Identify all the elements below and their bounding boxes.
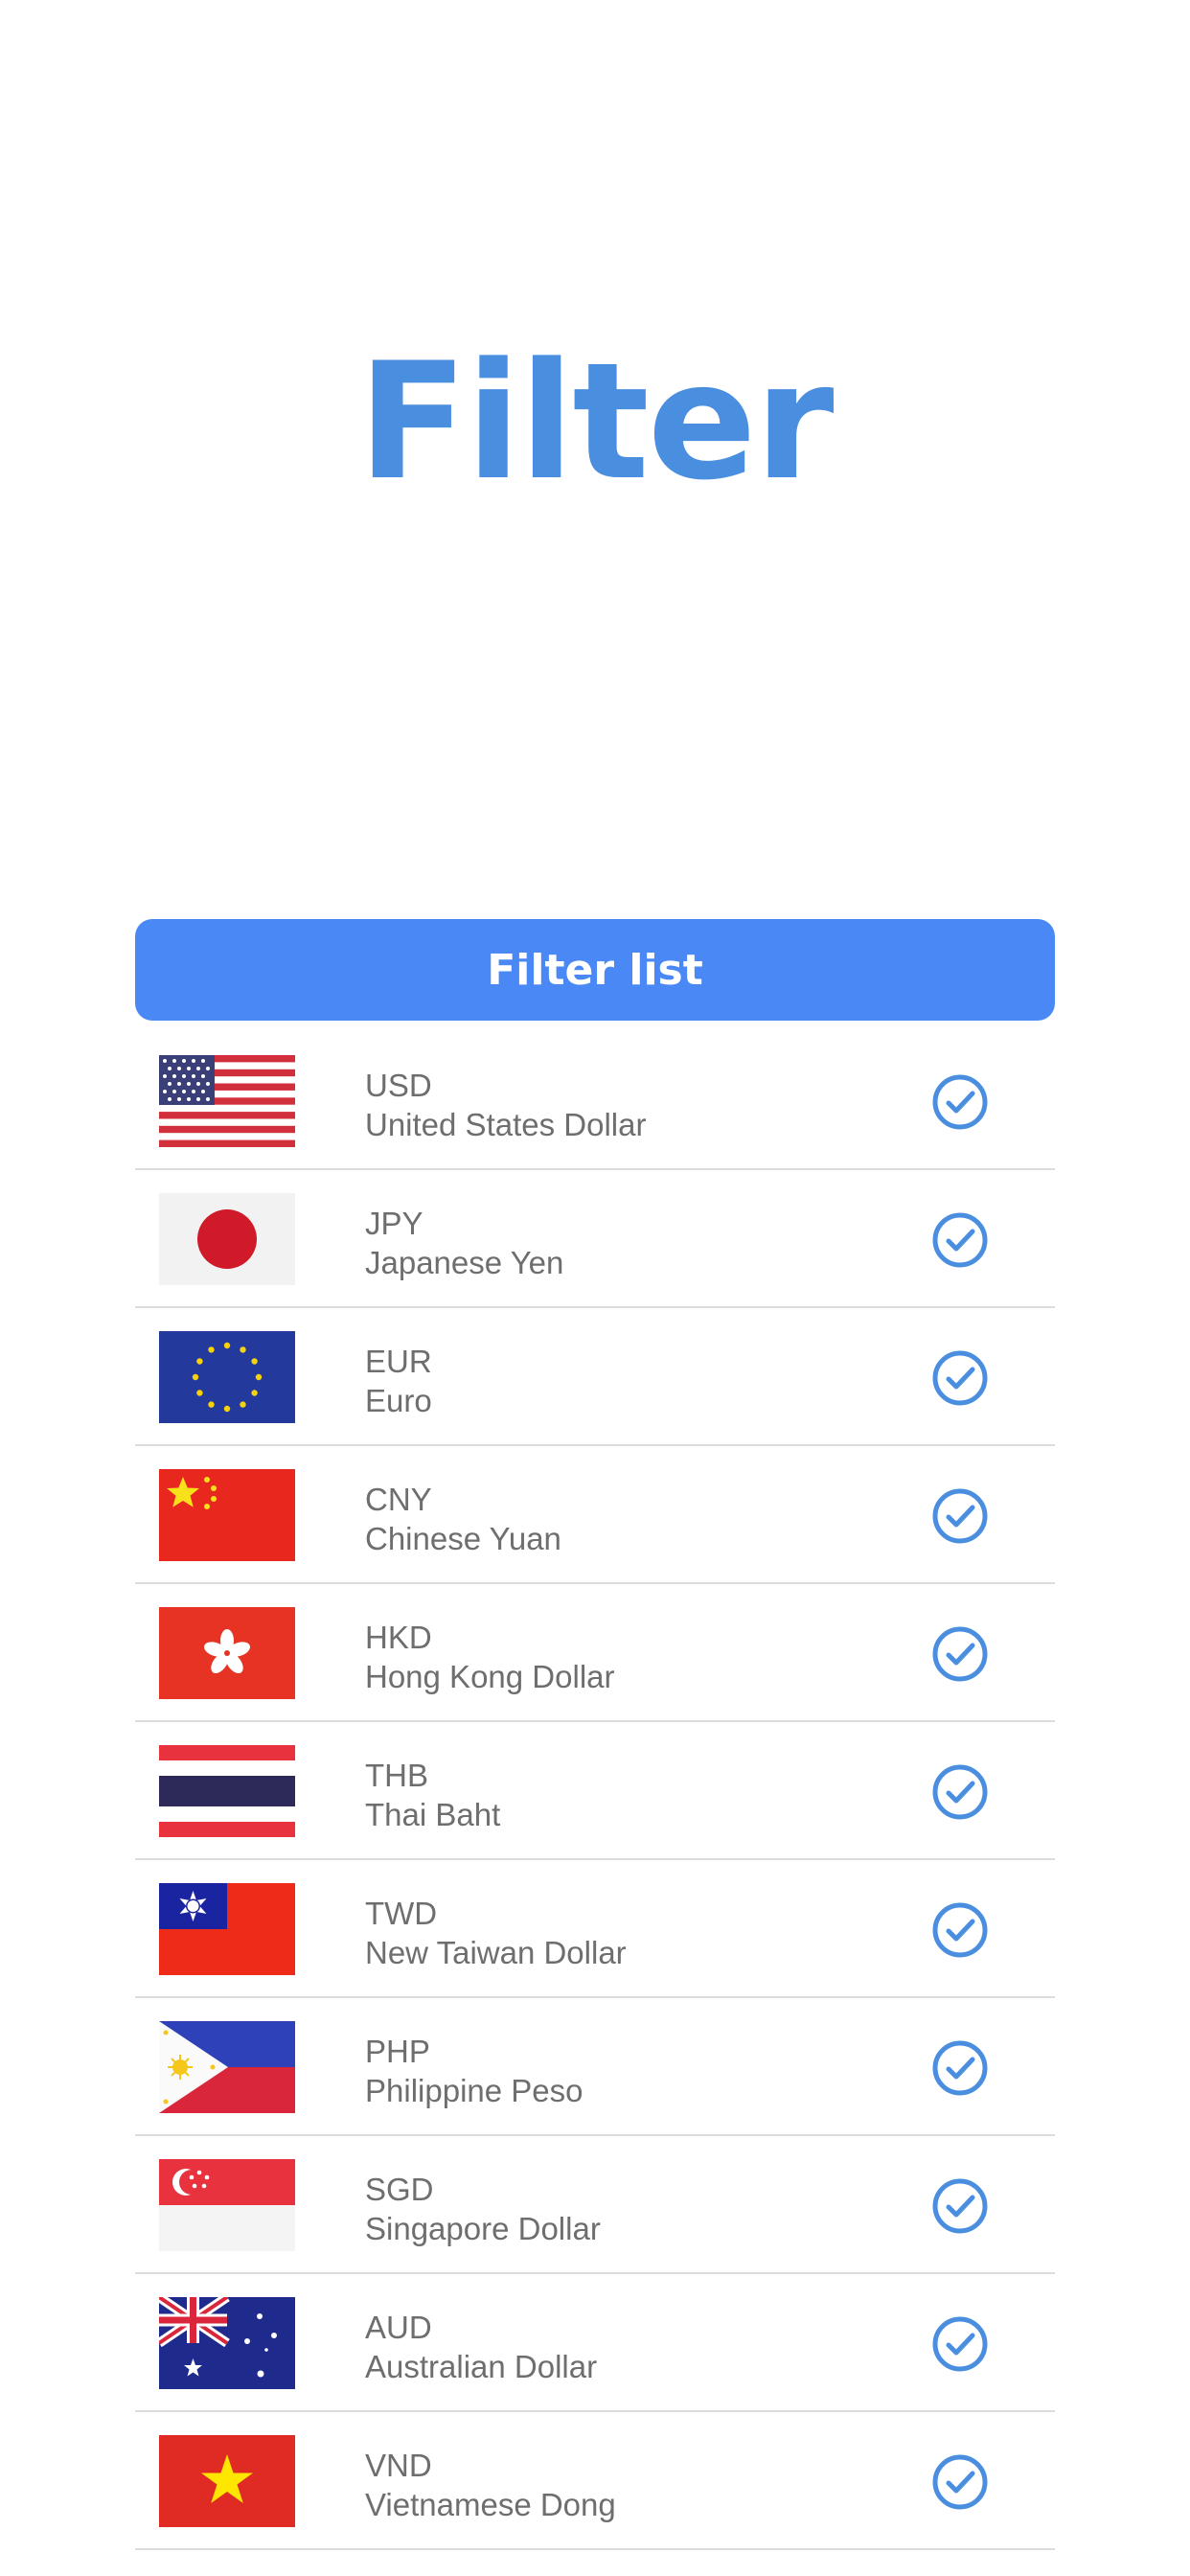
currency-name: Singapore Dollar bbox=[365, 2211, 601, 2246]
checkmark-circle-icon[interactable] bbox=[931, 1763, 989, 1821]
currency-row-vnd[interactable]: VND Vietnamese Dong bbox=[135, 2412, 1055, 2550]
currency-name: Vietnamese Dong bbox=[365, 2487, 616, 2522]
tw-flag-icon bbox=[159, 1883, 295, 1975]
currency-row-sgd[interactable]: SGD Singapore Dollar bbox=[135, 2136, 1055, 2274]
currency-name: United States Dollar bbox=[365, 1107, 647, 1142]
currency-name: Thai Baht bbox=[365, 1797, 501, 1832]
hk-flag-icon bbox=[159, 1607, 295, 1699]
currency-row-hkd[interactable]: HKD Hong Kong Dollar bbox=[135, 1584, 1055, 1722]
currency-row-eur[interactable]: EUR Euro bbox=[135, 1308, 1055, 1446]
currency-name: Japanese Yen bbox=[365, 1245, 564, 1280]
currency-code: THB bbox=[365, 1758, 428, 1793]
au-flag-icon bbox=[159, 2297, 295, 2389]
currency-code: TWD bbox=[365, 1896, 438, 1931]
page-title: Filter bbox=[357, 328, 834, 516]
currency-name: Philippine Peso bbox=[365, 2073, 584, 2108]
currency-list: USD United States Dollar JPY Japanese Ye… bbox=[135, 1032, 1055, 2550]
currency-row-twd[interactable]: TWD New Taiwan Dollar bbox=[135, 1860, 1055, 1998]
us-flag-icon bbox=[159, 1055, 295, 1147]
checkmark-circle-icon[interactable] bbox=[931, 2453, 989, 2511]
currency-row-aud[interactable]: AUD Australian Dollar bbox=[135, 2274, 1055, 2412]
currency-row-jpy[interactable]: JPY Japanese Yen bbox=[135, 1170, 1055, 1308]
currency-name: Australian Dollar bbox=[365, 2349, 598, 2384]
checkmark-circle-icon[interactable] bbox=[931, 1349, 989, 1407]
checkmark-circle-icon[interactable] bbox=[931, 2315, 989, 2373]
currency-code: JPY bbox=[365, 1206, 423, 1241]
eu-flag-icon bbox=[159, 1331, 295, 1423]
th-flag-icon bbox=[159, 1745, 295, 1837]
checkmark-circle-icon[interactable] bbox=[931, 1073, 989, 1131]
currency-name: Hong Kong Dollar bbox=[365, 1659, 615, 1694]
sg-flag-icon bbox=[159, 2159, 295, 2251]
currency-name: New Taiwan Dollar bbox=[365, 1935, 627, 1970]
currency-code: PHP bbox=[365, 2034, 430, 2069]
currency-name: Chinese Yuan bbox=[365, 1521, 561, 1556]
cn-flag-icon bbox=[159, 1469, 295, 1561]
filter-list-button[interactable]: Filter list bbox=[135, 919, 1055, 1021]
jp-flag-icon bbox=[159, 1193, 295, 1285]
vn-flag-icon bbox=[159, 2435, 295, 2527]
currency-row-thb[interactable]: THB Thai Baht bbox=[135, 1722, 1055, 1860]
currency-code: CNY bbox=[365, 1482, 432, 1517]
checkmark-circle-icon[interactable] bbox=[931, 2039, 989, 2097]
currency-row-cny[interactable]: CNY Chinese Yuan bbox=[135, 1446, 1055, 1584]
currency-row-php[interactable]: PHP Philippine Peso bbox=[135, 1998, 1055, 2136]
checkmark-circle-icon[interactable] bbox=[931, 1487, 989, 1545]
currency-row-usd[interactable]: USD United States Dollar bbox=[135, 1032, 1055, 1170]
checkmark-circle-icon[interactable] bbox=[931, 2177, 989, 2235]
currency-code: VND bbox=[365, 2448, 432, 2483]
checkmark-circle-icon[interactable] bbox=[931, 1211, 989, 1269]
ph-flag-icon bbox=[159, 2021, 295, 2113]
currency-name: Euro bbox=[365, 1383, 432, 1418]
checkmark-circle-icon[interactable] bbox=[931, 1901, 989, 1959]
currency-code: SGD bbox=[365, 2172, 434, 2207]
checkmark-circle-icon[interactable] bbox=[931, 1625, 989, 1683]
currency-code: AUD bbox=[365, 2310, 432, 2345]
currency-code: USD bbox=[365, 1068, 432, 1103]
currency-code: HKD bbox=[365, 1620, 432, 1655]
filter-list-button-label: Filter list bbox=[487, 945, 703, 995]
currency-code: EUR bbox=[365, 1344, 432, 1379]
